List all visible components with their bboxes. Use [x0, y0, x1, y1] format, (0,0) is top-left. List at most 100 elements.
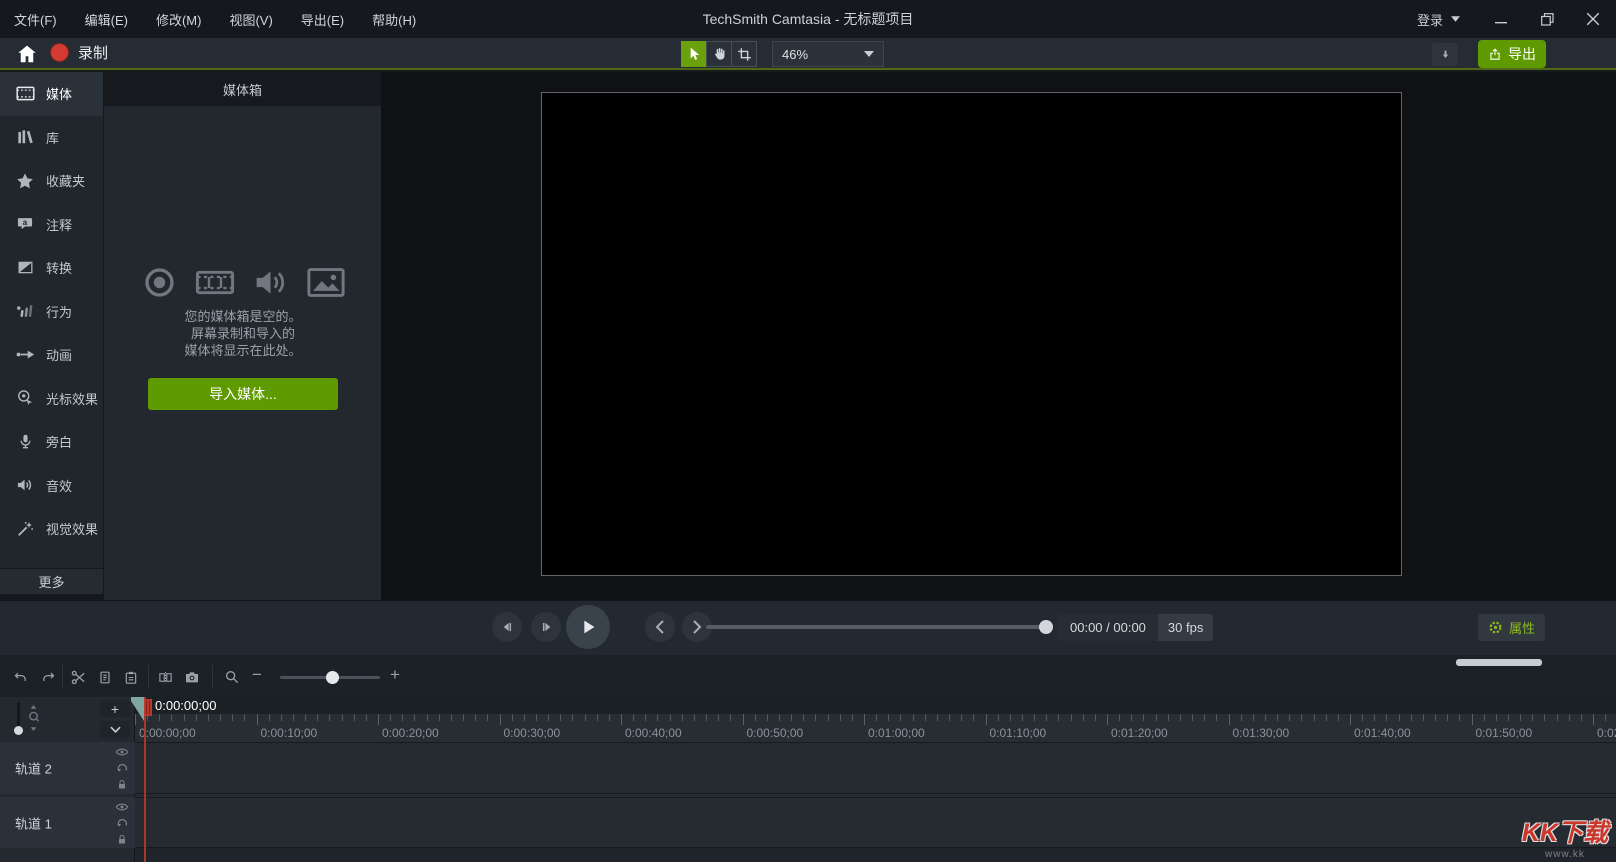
snapshot-button[interactable]	[182, 668, 202, 686]
track-height-slider-thumb[interactable]	[14, 726, 23, 735]
preview-canvas[interactable]	[541, 92, 1402, 576]
timeline-zoom-in-button[interactable]: +	[390, 665, 400, 685]
copy-button[interactable]	[95, 668, 115, 686]
track-lock-toggle[interactable]	[115, 832, 129, 846]
microphone-icon	[14, 431, 36, 453]
timeline-zoom-button[interactable]	[222, 668, 242, 686]
properties-button[interactable]: 属性	[1478, 614, 1545, 641]
timeline-zoom-thumb[interactable]	[326, 671, 339, 684]
timeline-zoom-slider[interactable]	[280, 676, 380, 679]
sidebar-item-label: 库	[46, 128, 59, 147]
download-button[interactable]	[1432, 43, 1458, 66]
loop-icon	[116, 817, 129, 830]
track-visibility-toggle[interactable]	[115, 745, 129, 759]
ruler-tick	[293, 714, 294, 721]
maximize-button[interactable]	[1524, 0, 1570, 38]
ruler-tick	[329, 714, 330, 721]
menu-file[interactable]: 文件(F)	[14, 10, 57, 29]
sidebar-item-label: 音效	[46, 476, 72, 495]
menu-view[interactable]: 视图(V)	[229, 10, 272, 29]
time-display: 00:00 / 00:00	[1058, 620, 1158, 635]
import-media-label: 导入媒体...	[209, 384, 277, 404]
track-header-2[interactable]: 轨道 2	[0, 742, 135, 794]
timeline-horizontal-scrollbar[interactable]	[1456, 659, 1542, 666]
sidebar-item-library[interactable]: 库	[0, 116, 103, 160]
play-button[interactable]	[566, 605, 610, 649]
crop-tool-button[interactable]	[731, 41, 757, 67]
track-options-button[interactable]	[100, 721, 130, 738]
track-height-slider[interactable]	[17, 702, 20, 731]
record-button[interactable]: 录制	[50, 42, 108, 63]
ruler-tick	[1496, 714, 1497, 721]
ruler-tick	[1605, 714, 1606, 721]
fps-display[interactable]: 30 fps	[1158, 614, 1213, 641]
track-lock-toggle[interactable]	[115, 777, 129, 791]
split-button[interactable]	[155, 668, 175, 686]
ruler-tick	[864, 714, 865, 725]
sidebar-item-voice-narration[interactable]: 旁白	[0, 420, 103, 464]
canvas-stage	[381, 72, 1616, 600]
timeline-lane-track1[interactable]	[135, 797, 1616, 848]
jump-back-button[interactable]	[645, 612, 675, 642]
ruler-tick	[378, 714, 379, 725]
ruler-tick	[402, 714, 403, 721]
record-dot-icon	[50, 43, 69, 62]
sign-in-button[interactable]: 登录	[1399, 10, 1478, 29]
toolbar-divider	[148, 665, 149, 688]
playhead-row[interactable]	[135, 697, 1616, 714]
track-visibility-toggle[interactable]	[115, 800, 129, 814]
sidebar-item-label: 行为	[46, 302, 72, 321]
previous-frame-button[interactable]	[492, 612, 522, 642]
sidebar-item-cursor-effects[interactable]: 光标效果	[0, 377, 103, 421]
ruler-tick	[657, 714, 658, 721]
ruler-label: 0:01:30;00	[1233, 726, 1290, 740]
sidebar-item-visual-effects[interactable]: 视觉效果	[0, 507, 103, 551]
close-button[interactable]	[1570, 0, 1616, 38]
select-tool-button[interactable]	[681, 41, 707, 67]
sidebar-item-media[interactable]: 媒体	[0, 72, 103, 116]
sidebar-item-transitions[interactable]: 转换	[0, 246, 103, 290]
cut-button[interactable]	[68, 668, 88, 686]
export-button[interactable]: 导出	[1478, 40, 1546, 68]
ruler-tick	[487, 714, 488, 721]
import-media-button[interactable]: 导入媒体...	[148, 378, 338, 410]
ruler-tick	[961, 714, 962, 721]
track-loop-toggle[interactable]	[115, 816, 129, 830]
ruler-tick	[900, 714, 901, 721]
menu-modify[interactable]: 修改(M)	[156, 10, 202, 29]
minimize-button[interactable]	[1478, 0, 1524, 38]
sidebar-item-favorites[interactable]: 收藏夹	[0, 159, 103, 203]
track-loop-toggle[interactable]	[115, 761, 129, 775]
menu-help[interactable]: 帮助(H)	[372, 10, 416, 29]
timeline-zoom-out-button[interactable]: −	[252, 665, 262, 685]
sidebar-item-annotations[interactable]: a 注释	[0, 203, 103, 247]
ruler-tick	[1423, 714, 1424, 721]
ruler-tick	[281, 714, 282, 721]
ruler-label: 0:00:10;00	[261, 726, 318, 740]
pan-tool-button[interactable]	[706, 41, 732, 67]
ruler-tick	[1544, 714, 1545, 721]
scrub-slider-thumb[interactable]	[1039, 620, 1053, 634]
undo-button[interactable]	[10, 668, 30, 686]
sidebar-item-audio-effects[interactable]: 音效	[0, 464, 103, 508]
menu-export[interactable]: 导出(E)	[301, 10, 344, 29]
ruler-tick	[524, 714, 525, 721]
menu-edit[interactable]: 编辑(E)	[85, 10, 128, 29]
redo-button[interactable]	[38, 668, 58, 686]
track-header-1[interactable]: 轨道 1	[0, 797, 135, 848]
next-frame-button[interactable]	[531, 612, 561, 642]
sidebar-more-button[interactable]: 更多	[0, 568, 103, 594]
zoom-dropdown[interactable]: 46%	[772, 41, 884, 67]
home-button[interactable]	[16, 43, 40, 65]
paste-button[interactable]	[121, 668, 141, 686]
ruler-tick	[1374, 714, 1375, 721]
sidebar-item-animations[interactable]: 动画	[0, 333, 103, 377]
ruler-tick	[1107, 714, 1108, 725]
sidebar-item-behaviors[interactable]: 行为	[0, 290, 103, 334]
timeline-lane-track2[interactable]	[135, 742, 1616, 794]
ruler-tick	[633, 714, 634, 721]
scrub-slider[interactable]	[706, 625, 1046, 629]
timeline-ruler[interactable]: 0:00:00;000:00:10;000:00:20;000:00:30;00…	[135, 714, 1616, 742]
add-track-button[interactable]: +	[100, 700, 130, 717]
ruler-tick	[1314, 714, 1315, 721]
